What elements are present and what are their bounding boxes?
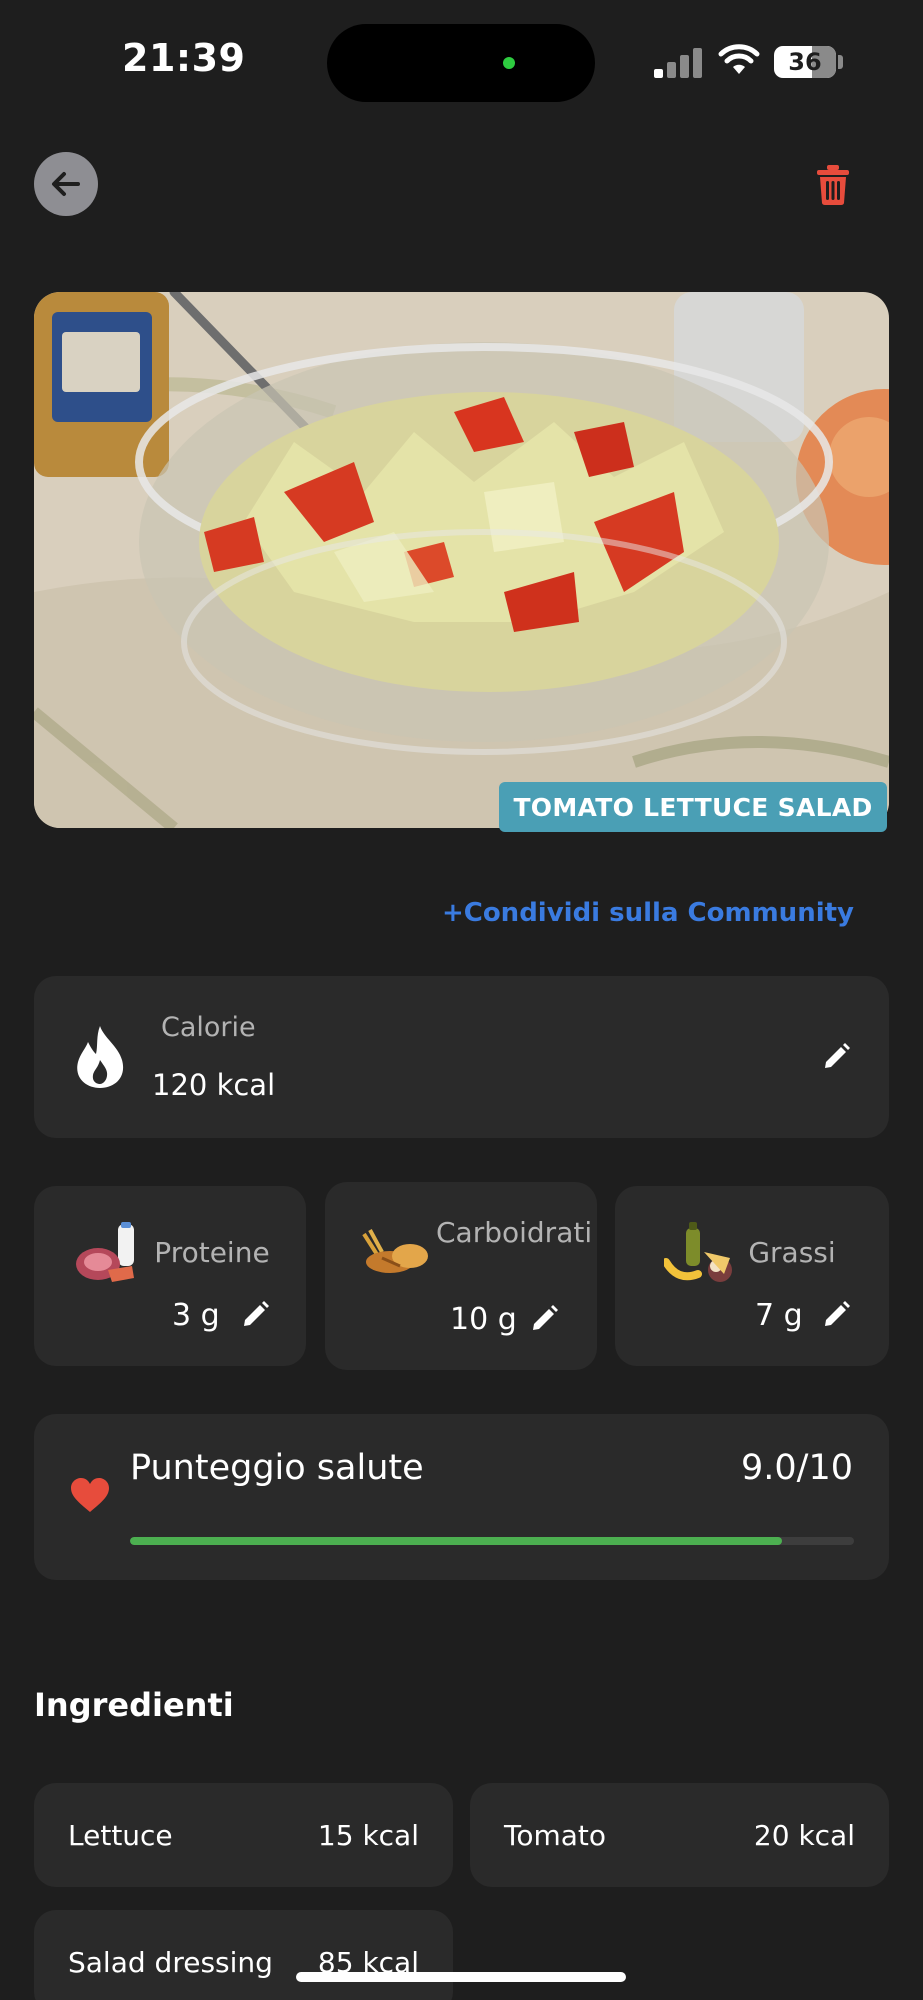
camera-indicator-icon [503,57,515,69]
arrow-left-icon [52,172,80,196]
protein-label: Proteine [154,1236,270,1269]
edit-fats-icon[interactable] [821,1300,851,1330]
ingredient-item[interactable]: Salad dressing 85 kcal [34,1910,453,2000]
wifi-icon [718,44,760,74]
home-indicator[interactable] [296,1972,626,1982]
back-button[interactable] [34,152,98,216]
share-community-link[interactable]: +Condividi sulla Community [442,898,854,928]
flame-icon [77,1026,124,1088]
edit-calories-icon[interactable] [821,1042,851,1072]
fats-label: Grassi [748,1236,836,1269]
ingredient-kcal: 20 kcal [753,1818,855,1852]
cellular-signal-icon [654,48,702,78]
calories-card [34,976,889,1138]
health-score-label: Punteggio salute [130,1448,424,1488]
ingredient-item[interactable]: Lettuce 15 kcal [34,1783,453,1887]
status-time: 21:39 [122,36,246,80]
dynamic-island [327,24,595,102]
trash-icon [817,165,849,205]
fats-card [615,1186,889,1366]
edit-protein-icon[interactable] [240,1300,270,1330]
battery-nub [838,55,843,69]
ingredient-name: Lettuce [68,1818,173,1852]
carbs-value: 10 g [450,1302,517,1337]
ingredient-item[interactable]: Tomato 20 kcal [470,1783,889,1887]
health-progress-bar [130,1537,854,1545]
battery-level: 36 [788,48,822,76]
protein-value: 3 g [172,1298,220,1333]
health-score-card [34,1414,889,1580]
meal-photo [34,292,889,828]
bread-icon [362,1229,428,1273]
delete-button[interactable] [806,158,860,212]
meal-title-tag: TOMATO LETTUCE SALAD [499,782,887,832]
ingredient-name: Tomato [504,1818,607,1852]
ingredients-title: Ingredienti [34,1686,234,1724]
health-progress-fill [130,1537,782,1545]
carbs-label: Carboidrati [436,1216,593,1249]
protein-food-icon [76,1222,134,1282]
carbs-card [325,1182,597,1370]
ingredient-name: Salad dressing [68,1945,273,1979]
fats-food-icon [664,1222,732,1282]
calories-label: Calorie [161,1012,256,1043]
calories-value: 120 kcal [152,1068,276,1102]
battery-icon: 36 [774,46,836,78]
heart-icon [71,1478,109,1512]
fats-value: 7 g [755,1298,803,1333]
health-score-value: 9.0/10 [741,1448,853,1488]
edit-carbs-icon[interactable] [529,1304,559,1334]
ingredient-kcal: 15 kcal [317,1818,419,1852]
